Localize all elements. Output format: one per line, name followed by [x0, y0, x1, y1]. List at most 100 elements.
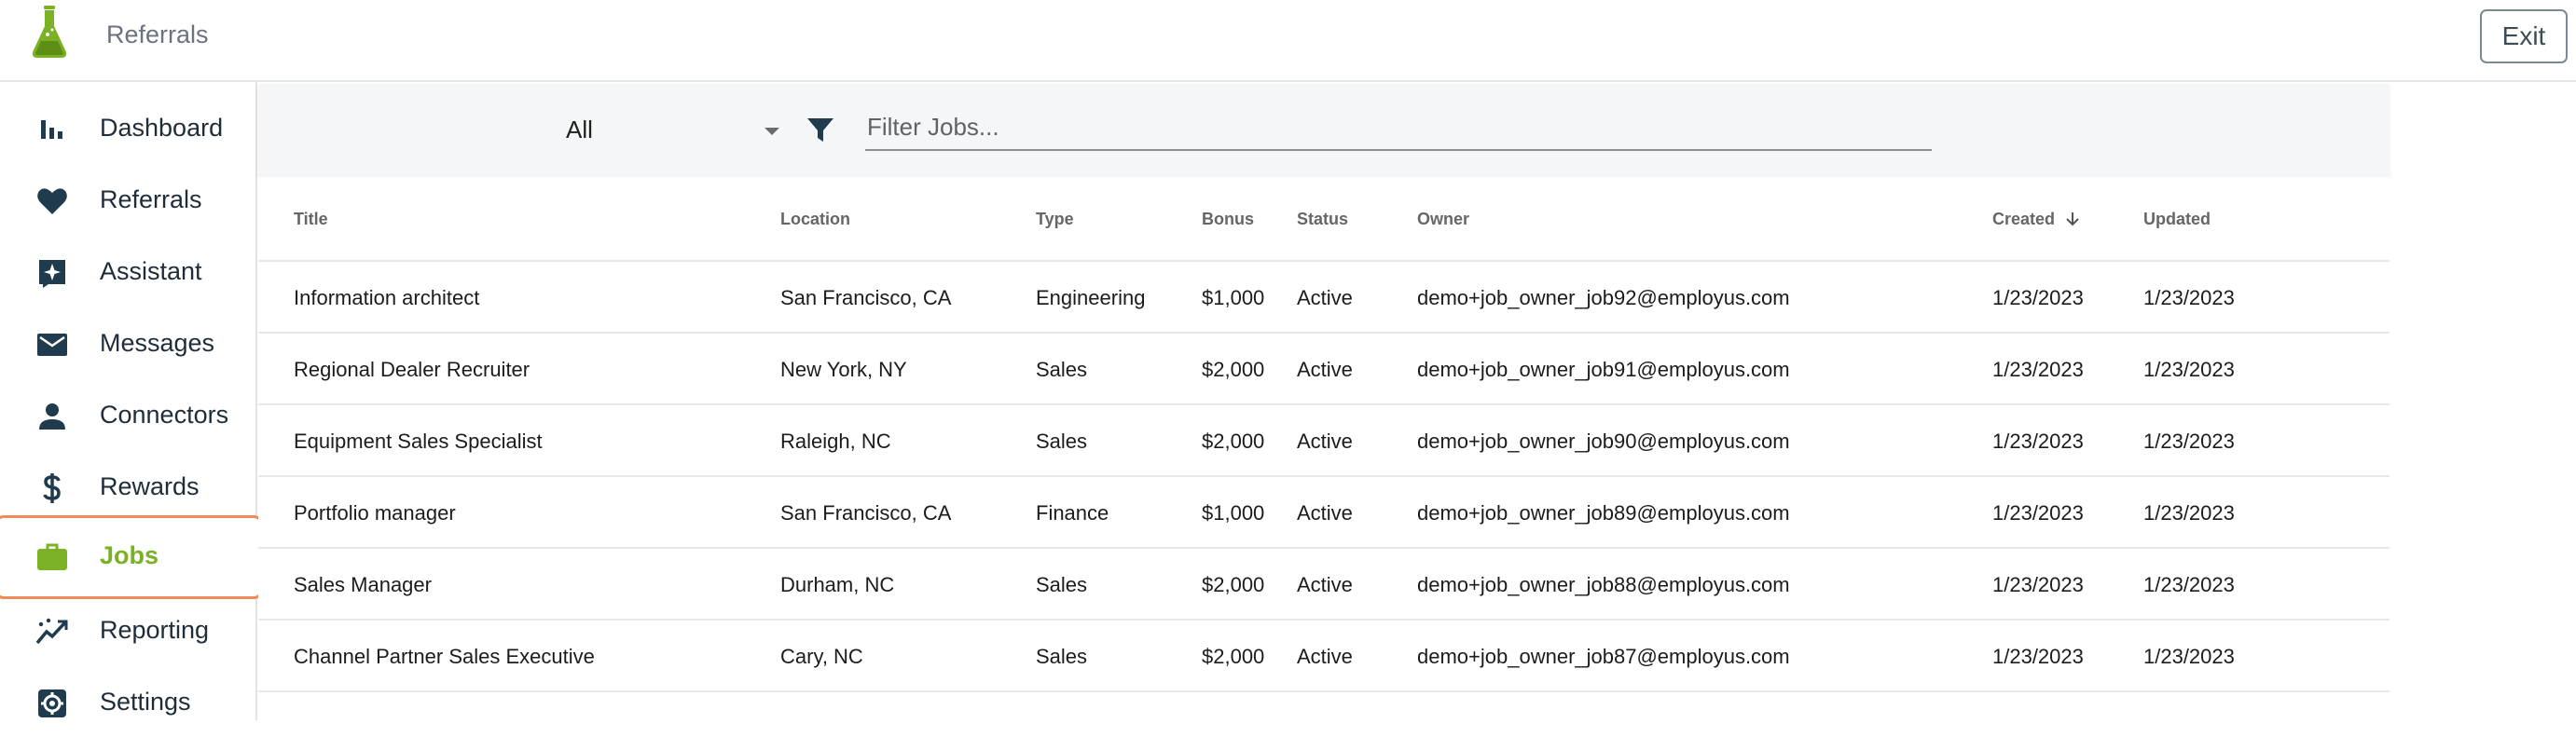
cell-status: Active	[1297, 501, 1353, 525]
filter-jobs-input[interactable]	[865, 104, 1932, 151]
sidebar-item-label: Rewards	[100, 472, 200, 500]
cell-location: Durham, NC	[780, 573, 895, 596]
cell-type: Sales	[1036, 358, 1088, 381]
cell-owner: demo+job_owner_job87@employus.com	[1417, 645, 1790, 668]
table-row[interactable]: Portfolio manager San Francisco, CA Fina…	[258, 477, 2390, 549]
sidebar-item-jobs[interactable]: Jobs	[0, 515, 263, 599]
sidebar-item-label: Jobs	[100, 541, 159, 569]
cell-title: Channel Partner Sales Executive	[294, 645, 595, 668]
cell-updated: 1/23/2023	[2143, 430, 2235, 453]
cell-title: Equipment Sales Specialist	[294, 430, 543, 453]
cell-owner: demo+job_owner_job88@employus.com	[1417, 573, 1790, 596]
cell-bonus: $1,000	[1202, 286, 1265, 309]
sidebar-item-settings[interactable]: Settings	[0, 670, 257, 737]
cell-type: Finance	[1036, 501, 1109, 525]
table-row[interactable]: Information architect San Francisco, CA …	[258, 262, 2390, 334]
table-header-row: Title Location Type Bonus Status Owner C…	[258, 177, 2390, 262]
sidebar: Dashboard Referrals Assistant Messages C…	[0, 82, 263, 720]
cell-status: Active	[1297, 430, 1353, 453]
chevron-down-icon	[765, 128, 779, 135]
cell-bonus: $2,000	[1202, 645, 1265, 668]
cell-owner: demo+job_owner_job89@employus.com	[1417, 501, 1790, 525]
cell-owner: demo+job_owner_job91@employus.com	[1417, 358, 1790, 381]
column-header-title[interactable]: Title	[294, 177, 328, 262]
column-header-bonus[interactable]: Bonus	[1202, 177, 1254, 262]
cell-owner: demo+job_owner_job92@employus.com	[1417, 286, 1790, 309]
cell-bonus: $1,000	[1202, 501, 1265, 525]
cell-bonus: $2,000	[1202, 573, 1265, 596]
sidebar-item-rewards[interactable]: Rewards	[0, 455, 257, 522]
cell-title: Portfolio manager	[294, 501, 456, 525]
filter-icon[interactable]	[806, 115, 835, 144]
heart-icon	[37, 188, 67, 214]
cell-type: Sales	[1036, 645, 1088, 668]
cell-location: San Francisco, CA	[780, 501, 952, 525]
cell-bonus: $2,000	[1202, 430, 1265, 453]
cell-created: 1/23/2023	[1992, 430, 2084, 453]
table-row[interactable]: Equipment Sales Specialist Raleigh, NC S…	[258, 405, 2390, 477]
sidebar-item-connectors[interactable]: Connectors	[0, 383, 257, 450]
table-row[interactable]: Channel Partner Sales Executive Cary, NC…	[258, 621, 2390, 692]
table-row[interactable]: Regional Dealer Recruiter New York, NY S…	[258, 334, 2390, 405]
app-title: Referrals	[106, 20, 209, 48]
filter-bar: All	[258, 84, 2390, 177]
column-header-status[interactable]: Status	[1297, 177, 1348, 262]
cell-status: Active	[1297, 358, 1353, 381]
column-header-owner[interactable]: Owner	[1417, 177, 1469, 262]
cell-location: Raleigh, NC	[780, 430, 891, 453]
cell-title: Sales Manager	[294, 573, 432, 596]
column-header-created[interactable]: Created	[1992, 177, 2081, 262]
sidebar-item-label: Referrals	[100, 185, 202, 213]
cell-status: Active	[1297, 645, 1353, 668]
sparkle-icon	[39, 260, 65, 288]
bar-chart-icon	[41, 120, 62, 139]
mail-icon	[37, 334, 67, 356]
cell-updated: 1/23/2023	[2143, 286, 2235, 309]
sort-down-arrow-icon	[2066, 212, 2079, 226]
dollar-icon	[43, 473, 61, 503]
sidebar-item-dashboard[interactable]: Dashboard	[0, 96, 257, 163]
cell-updated: 1/23/2023	[2143, 358, 2235, 381]
person-icon	[39, 403, 65, 430]
trend-icon	[35, 618, 68, 645]
sidebar-item-label: Messages	[100, 329, 215, 357]
column-header-created-label: Created	[1992, 210, 2056, 228]
jobs-table: Title Location Type Bonus Status Owner C…	[258, 177, 2390, 720]
cell-created: 1/23/2023	[1992, 358, 2084, 381]
status-select[interactable]: All	[566, 112, 790, 153]
sidebar-item-label: Assistant	[100, 257, 202, 285]
cell-title: Information architect	[294, 286, 480, 309]
column-header-type[interactable]: Type	[1036, 177, 1074, 262]
cell-updated: 1/23/2023	[2143, 501, 2235, 525]
cell-created: 1/23/2023	[1992, 645, 2084, 668]
sidebar-item-messages[interactable]: Messages	[0, 311, 257, 378]
cell-type: Sales	[1036, 573, 1088, 596]
cell-created: 1/23/2023	[1992, 573, 2084, 596]
cell-location: Cary, NC	[780, 645, 863, 668]
column-header-location[interactable]: Location	[780, 177, 850, 262]
table-row[interactable]: Sales Manager Durham, NC Sales $2,000 Ac…	[258, 549, 2390, 621]
briefcase-icon	[37, 543, 67, 570]
flask-logo-icon[interactable]	[30, 4, 69, 60]
gear-icon	[38, 689, 66, 717]
cell-bonus: $2,000	[1202, 358, 1265, 381]
sidebar-item-assistant[interactable]: Assistant	[0, 239, 257, 307]
cell-owner: demo+job_owner_job90@employus.com	[1417, 430, 1790, 453]
cell-created: 1/23/2023	[1992, 501, 2084, 525]
exit-button[interactable]: Exit	[2480, 9, 2568, 63]
sidebar-item-label: Dashboard	[100, 114, 224, 142]
status-select-value: All	[566, 116, 593, 143]
sidebar-item-label: Settings	[100, 688, 191, 716]
sidebar-item-label: Reporting	[100, 616, 210, 644]
column-header-updated[interactable]: Updated	[2143, 177, 2211, 262]
cell-title: Regional Dealer Recruiter	[294, 358, 530, 381]
cell-type: Engineering	[1036, 286, 1146, 309]
sidebar-item-label: Connectors	[100, 401, 229, 429]
cell-status: Active	[1297, 573, 1353, 596]
cell-status: Active	[1297, 286, 1353, 309]
sidebar-item-reporting[interactable]: Reporting	[0, 598, 257, 665]
cell-created: 1/23/2023	[1992, 286, 2084, 309]
sidebar-item-referrals[interactable]: Referrals	[0, 168, 257, 235]
cell-updated: 1/23/2023	[2143, 645, 2235, 668]
cell-updated: 1/23/2023	[2143, 573, 2235, 596]
